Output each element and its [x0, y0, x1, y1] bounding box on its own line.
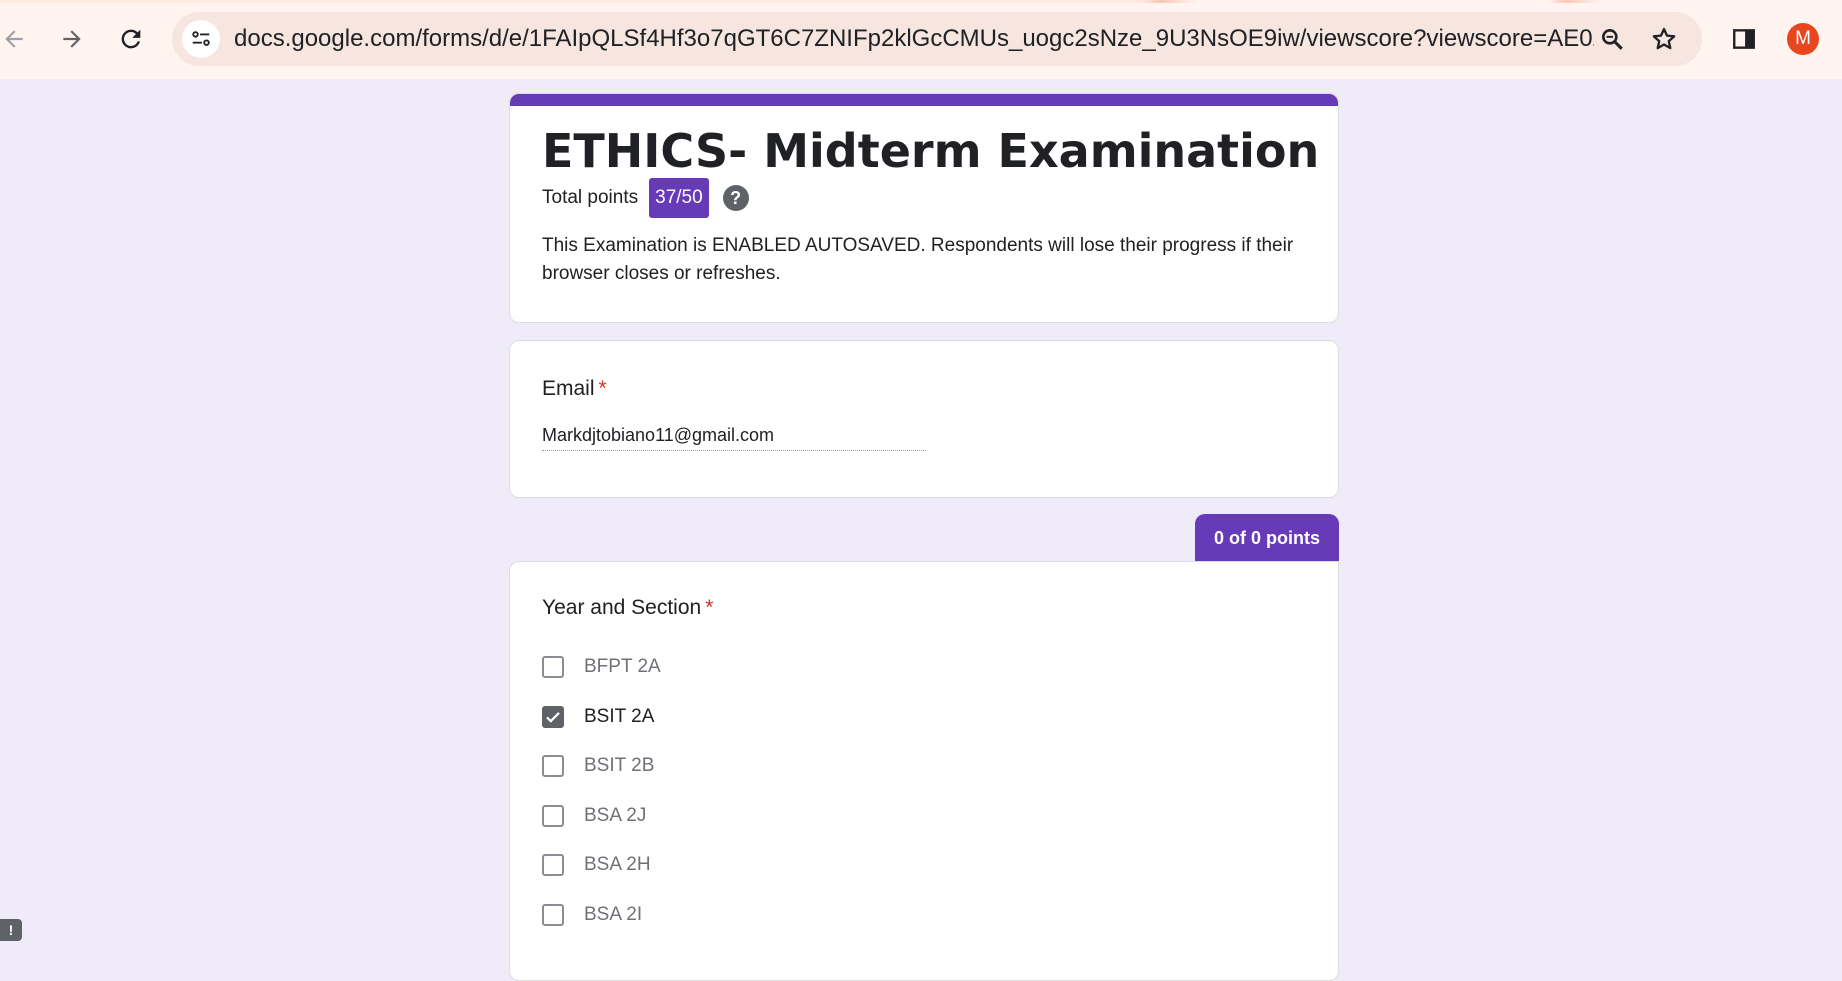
back-button[interactable]	[0, 17, 36, 61]
checkbox[interactable]	[542, 854, 564, 876]
form-description: This Examination is ENABLED AUTOSAVED. R…	[542, 235, 1294, 284]
tab-strip-edge	[0, 0, 1842, 3]
option-label: BSIT 2B	[584, 755, 655, 776]
back-icon	[5, 30, 23, 48]
required-asterisk: *	[598, 377, 607, 400]
help-icon[interactable]: ?	[722, 185, 749, 211]
option-row[interactable]: BSA 2J	[542, 804, 647, 827]
reload-button[interactable]	[109, 17, 153, 61]
option-row[interactable]: BSA 2I	[542, 903, 643, 926]
profile-avatar[interactable]: M	[1787, 23, 1819, 55]
site-info-button[interactable]	[182, 20, 220, 58]
bookmark-button[interactable]	[1646, 21, 1682, 57]
browser-toolbar: docs.google.com/forms/d/e/1FAIpQLSf4Hf3o…	[0, 0, 1842, 79]
total-points-row: Total points 37/50 ?	[542, 178, 749, 218]
option-label: BSA 2H	[584, 854, 651, 875]
report-problem-button[interactable]: !	[0, 919, 22, 941]
checkmark-icon	[546, 711, 560, 723]
option-label: BFPT 2A	[584, 656, 661, 677]
forward-icon	[63, 30, 81, 48]
bookmark-star-icon	[1652, 27, 1676, 50]
form-accent-bar	[510, 94, 1338, 106]
option-row[interactable]: BSIT 2B	[542, 755, 654, 777]
email-label: Email	[542, 377, 595, 400]
checkbox[interactable]	[542, 804, 564, 827]
email-question-title: Email *	[542, 377, 607, 401]
forward-button[interactable]	[50, 17, 94, 61]
side-panel-icon	[1733, 29, 1755, 49]
checkbox[interactable]	[542, 656, 564, 678]
year-section-label: Year and Section	[542, 596, 702, 619]
required-asterisk: *	[705, 596, 714, 619]
option-label: BSA 2J	[584, 804, 647, 826]
year-section-question-card: Year and Section * BFPT 2A BSIT 2A BSIT 2B B…	[509, 561, 1339, 981]
total-points-label: Total points	[542, 187, 639, 208]
option-row[interactable]: BSIT 2A	[542, 705, 655, 728]
zoom-button[interactable]	[1594, 21, 1630, 57]
option-row[interactable]: BFPT 2A	[542, 656, 661, 678]
form-header-card: ETHICS- Midterm Examination Total points…	[509, 93, 1339, 323]
url-text[interactable]: docs.google.com/forms/d/e/1FAIpQLSf4Hf3o…	[234, 25, 1594, 53]
year-section-question-title: Year and Section *	[542, 596, 713, 620]
form-title: ETHICS- Midterm Examination	[542, 124, 1320, 178]
email-answer: Markdjtobiano11@gmail.com	[542, 425, 926, 451]
option-row[interactable]: BSA 2H	[542, 854, 651, 876]
side-panel-button[interactable]	[1722, 17, 1766, 61]
address-bar[interactable]: docs.google.com/forms/d/e/1FAIpQLSf4Hf3o…	[172, 12, 1702, 66]
score-badge: 37/50	[649, 178, 709, 218]
email-question-card: Email * Markdjtobiano11@gmail.com	[509, 340, 1339, 498]
checkbox-checked[interactable]	[542, 705, 564, 728]
option-label: BSIT 2A	[584, 705, 655, 727]
zoom-icon	[1602, 29, 1623, 50]
option-label: BSA 2I	[584, 903, 643, 925]
site-info-icon	[192, 31, 210, 46]
reload-icon	[121, 29, 141, 49]
checkbox[interactable]	[542, 755, 564, 777]
checkbox[interactable]	[542, 903, 564, 926]
question-points-tab: 0 of 0 points	[1195, 514, 1339, 562]
